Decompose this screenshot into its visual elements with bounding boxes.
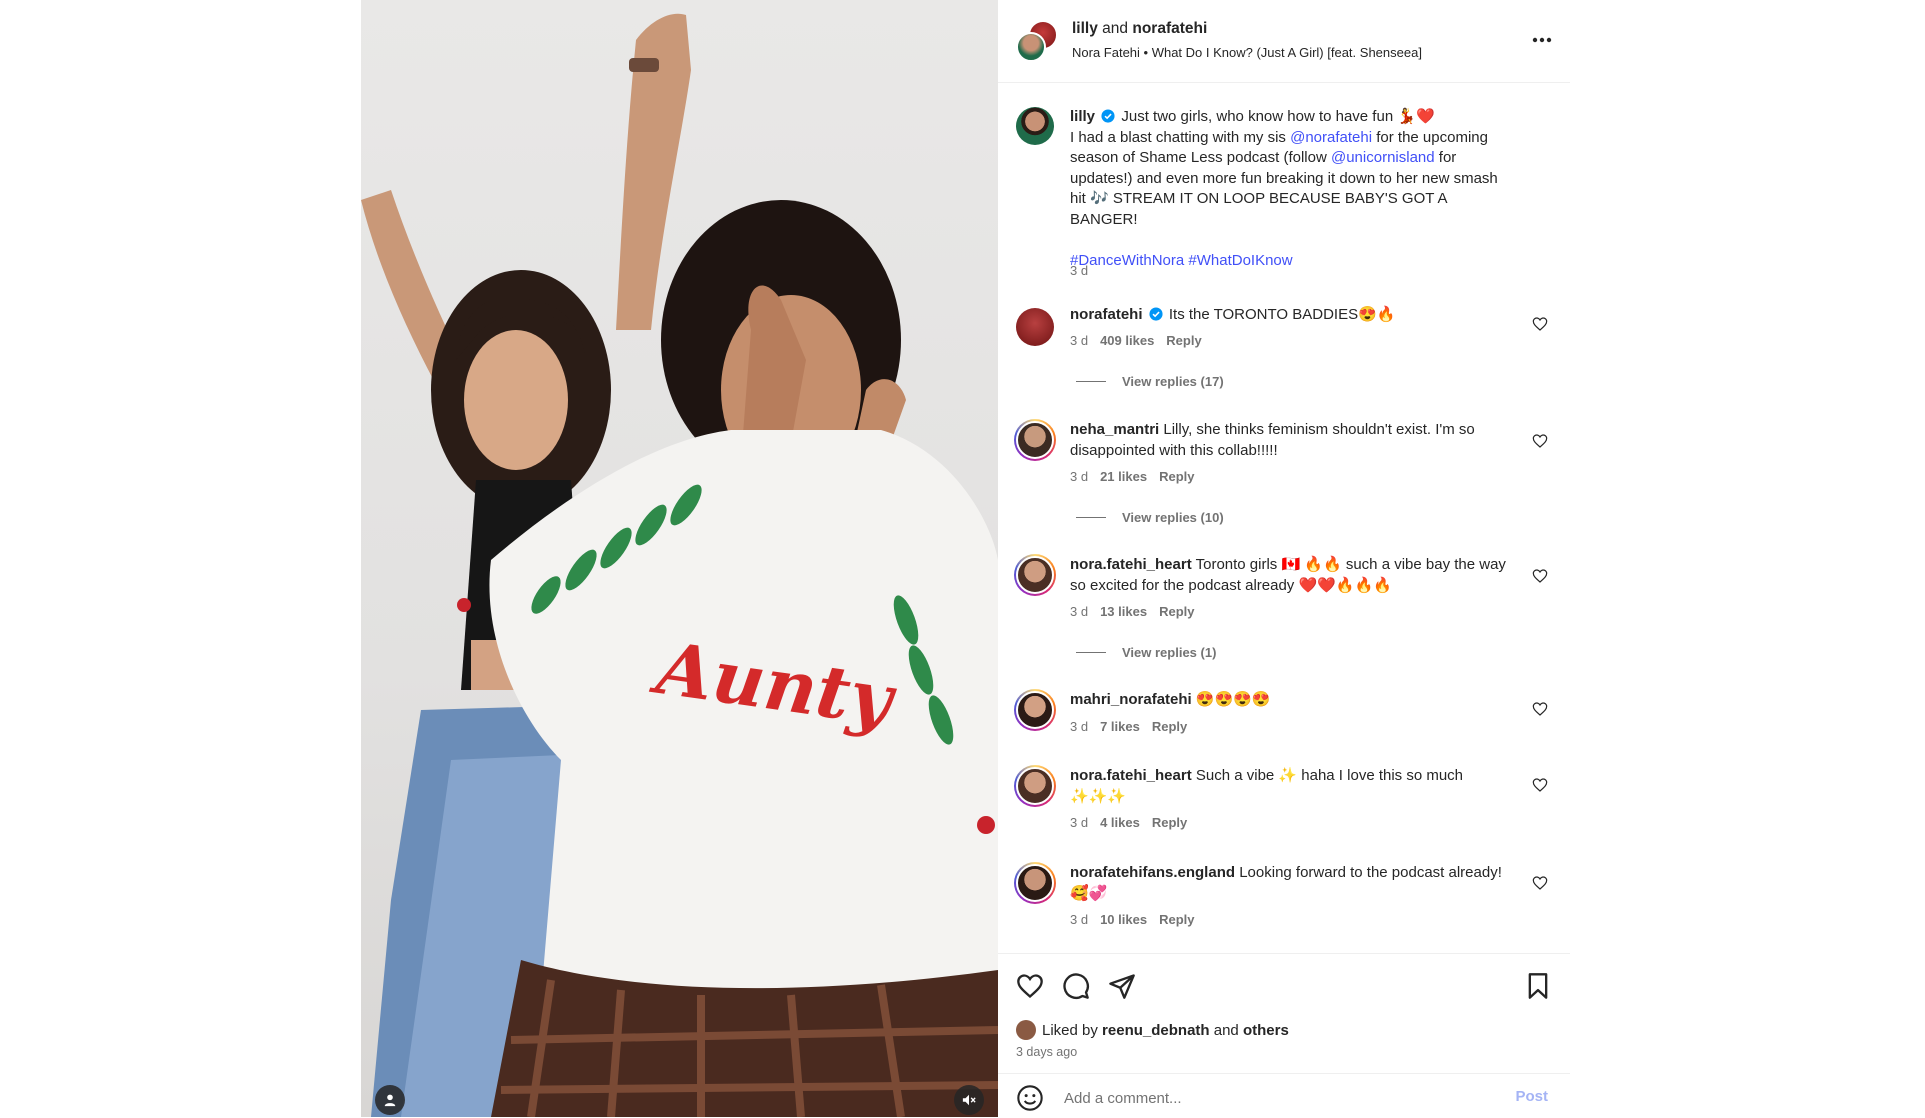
comment-text: Its the TORONTO BADDIES😍🔥 [1168,306,1396,323]
caption-time: 3 d [1070,263,1089,278]
comment-username[interactable]: neha_mantri [1070,421,1159,438]
more-icon [1532,37,1552,43]
comment-meta: 3 d 409 likes Reply [1070,333,1202,348]
story-ring[interactable] [1014,765,1056,807]
view-replies-button[interactable]: View replies (17) [1076,374,1224,389]
post-panel: lilly and norafatehi Nora Fatehi • What … [998,0,1570,1117]
comment-likes[interactable]: 409 likes [1100,333,1154,348]
avatar[interactable] [1016,1020,1036,1040]
verified-icon [1149,307,1163,321]
comment-meta: 3 d 21 likes Reply [1070,469,1195,484]
heart-icon[interactable] [1532,316,1548,332]
post-photo: Aunty [361,13,998,1117]
comment-username[interactable]: norafatehi [1070,306,1143,323]
share-icon[interactable] [1108,972,1136,1000]
comment-likes[interactable]: 10 likes [1100,912,1147,927]
user-tag-button[interactable] [375,1085,405,1115]
post-timestamp[interactable]: 3 days ago [1016,1045,1077,1059]
header-usernames: lilly and norafatehi [1072,20,1207,38]
emoji-icon[interactable] [1016,1084,1044,1112]
reply-button[interactable]: Reply [1152,815,1187,830]
reply-button[interactable]: Reply [1166,333,1201,348]
liked-by: Liked by reenu_debnath and others [1016,1020,1289,1040]
view-replies-button[interactable]: View replies (1) [1076,645,1216,660]
reply-button[interactable]: Reply [1152,719,1187,734]
post-button[interactable]: Post [1515,1088,1548,1105]
heart-icon[interactable] [1532,433,1548,449]
reply-button[interactable]: Reply [1159,469,1194,484]
collab-avatars[interactable] [1016,20,1058,62]
liked-by-others[interactable]: others [1243,1022,1289,1039]
comment-likes[interactable]: 13 likes [1100,604,1147,619]
comment: mahri_norafatehi 😍😍😍😍 [1070,690,1515,711]
comment-likes[interactable]: 21 likes [1100,469,1147,484]
header-joiner: and [1102,20,1129,37]
view-replies-button[interactable]: View replies (10) [1076,510,1224,525]
comment-avatar[interactable] [1016,308,1054,346]
comment-meta: 3 d 13 likes Reply [1070,604,1195,619]
more-options-button[interactable] [1528,26,1556,54]
post-media[interactable]: Aunty [361,0,998,1117]
heart-icon[interactable] [1532,701,1548,717]
comment-icon[interactable] [1062,972,1090,1000]
comment-username[interactable]: nora.fatehi_heart [1070,767,1192,784]
hashtag-whatdoiknow[interactable]: #WhatDoIKnow [1188,252,1292,269]
comment: nora.fatehi_heart Such a vibe ✨ haha I l… [1070,766,1515,807]
comment-likes[interactable]: 7 likes [1100,719,1140,734]
comment-meta: 3 d7 likes Reply [1070,719,1188,734]
caption: lilly Just two girls, who know how to ha… [1070,107,1515,272]
avatar [1016,32,1046,62]
reply-button[interactable]: Reply [1159,604,1194,619]
liked-by-user[interactable]: reenu_debnath [1102,1022,1210,1039]
story-ring[interactable] [1014,862,1056,904]
mute-button[interactable] [954,1085,984,1115]
comment: norafatehi Its the TORONTO BADDIES😍🔥 [1070,305,1515,326]
comment-meta: 3 d 10 likes Reply [1070,912,1195,927]
add-comment-bar: Post [998,1073,1570,1118]
comment: norafatehifans.england Looking forward t… [1070,863,1515,904]
comment-text: 😍😍😍😍 [1195,691,1271,708]
caption-avatar[interactable] [1016,107,1054,145]
header-user-lilly[interactable]: lilly [1072,20,1098,37]
comments-list[interactable]: lilly Just two girls, who know how to ha… [998,83,1570,953]
heart-icon[interactable] [1532,568,1548,584]
story-ring[interactable] [1014,419,1056,461]
story-ring[interactable] [1014,689,1056,731]
post-header: lilly and norafatehi Nora Fatehi • What … [998,0,1570,83]
user-tag-icon [384,1094,396,1107]
caption-text-a: I had a blast chatting with my sis [1070,128,1286,146]
comment-meta: 3 d4 likes Reply [1070,815,1188,830]
audio-track-link[interactable]: Nora Fatehi • What Do I Know? (Just A Gi… [1072,45,1422,60]
mention-norafatehi[interactable]: @norafatehi [1290,129,1372,146]
comment: neha_mantri Lilly, she thinks feminism s… [1070,420,1515,461]
bookmark-icon[interactable] [1524,972,1552,1000]
heart-icon[interactable] [1532,875,1548,891]
comment-input[interactable] [1062,1084,1486,1112]
like-heart-icon[interactable] [1016,972,1044,1000]
action-bar: Liked by reenu_debnath and others 3 days… [998,953,1570,1064]
mention-unicornisland[interactable]: @unicornisland [1331,149,1435,166]
story-ring[interactable] [1014,554,1056,596]
comment-username[interactable]: mahri_norafatehi [1070,691,1192,708]
caption-username[interactable]: lilly [1070,108,1095,125]
caption-line1: Just two girls, who know how to have fun… [1121,108,1435,125]
muted-speaker-icon [962,1094,976,1106]
verified-icon [1101,109,1115,123]
reply-button[interactable]: Reply [1159,912,1194,927]
comment-likes[interactable]: 4 likes [1100,815,1140,830]
comment: nora.fatehi_heart Toronto girls 🇨🇦 🔥🔥 su… [1070,555,1515,596]
header-user-norafatehi[interactable]: norafatehi [1132,20,1207,37]
heart-icon[interactable] [1532,777,1548,793]
comment-username[interactable]: norafatehifans.england [1070,864,1235,881]
comment-username[interactable]: nora.fatehi_heart [1070,556,1192,573]
